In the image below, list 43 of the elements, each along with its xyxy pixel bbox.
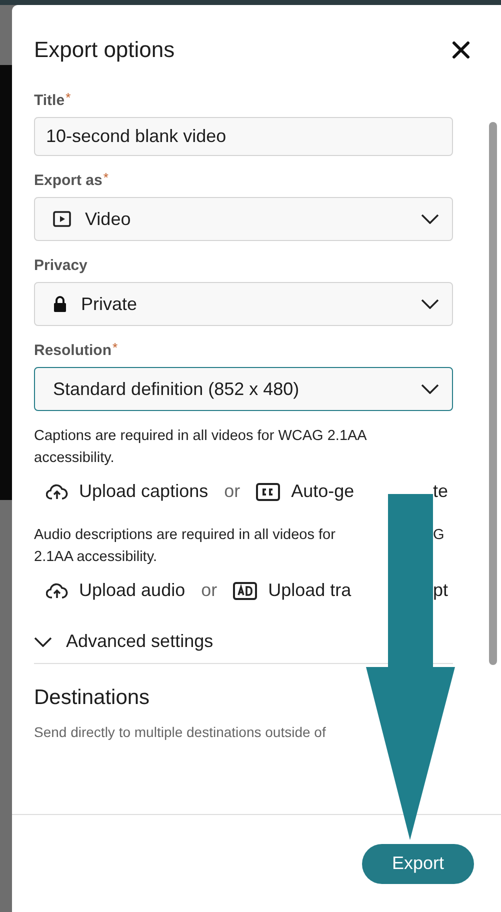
section-heading: Destinations <box>34 686 151 710</box>
export-button[interactable]: Export <box>362 844 474 884</box>
dropdown[interactable]: Standard definition (852 x 480) <box>34 367 453 411</box>
action-link[interactable]: Auto-ge <box>256 481 354 502</box>
cloud-upload-icon <box>46 582 68 598</box>
dropdown[interactable]: Video <box>34 197 453 241</box>
dropdown-value: Standard definition (852 x 480) <box>53 378 300 400</box>
close-button[interactable] <box>452 41 470 59</box>
or-text: or <box>224 481 240 502</box>
note-text: 2.1AA accessibility. <box>34 548 158 567</box>
required-mark: * <box>112 340 118 355</box>
action-link[interactable]: Upload tra <box>233 580 352 601</box>
audio-description-icon <box>233 582 258 600</box>
dropdown-value: Private <box>81 294 138 314</box>
cc-icon <box>256 482 280 500</box>
or-text: or <box>201 580 218 601</box>
lock-icon <box>53 295 67 313</box>
field-label: Title <box>34 92 65 108</box>
section-description: Send directly to multiple destinations outside of <box>34 724 327 740</box>
text-field[interactable]: 10-second blank video <box>34 117 453 156</box>
action-link[interactable]: Upload captions <box>46 481 208 502</box>
scrollbar[interactable] <box>489 122 497 665</box>
cloud-upload-icon <box>46 484 68 500</box>
dropdown-value: Video <box>85 208 132 230</box>
action-link[interactable]: Upload audio <box>46 580 186 601</box>
chevron-down-icon <box>421 214 439 224</box>
play-icon <box>53 211 71 227</box>
chevron-down-icon <box>34 636 52 646</box>
chevron-down-icon <box>421 299 439 309</box>
note-text-fragment: G <box>433 526 446 545</box>
dialog-title: Export options <box>34 37 175 63</box>
note-text: Captions are required in all videos for WCAG 2.1AA <box>34 427 368 446</box>
required-mark: * <box>66 90 71 105</box>
field-label: Resolution <box>34 342 112 358</box>
note-text: Audio descriptions are required in all videos for <box>34 526 336 545</box>
field-label: Privacy <box>34 256 88 274</box>
dropdown[interactable]: Private <box>34 282 453 326</box>
note-text: accessibility. <box>34 449 116 468</box>
chevron-down-icon <box>421 384 439 394</box>
link-text-fragment[interactable]: pt <box>433 580 453 601</box>
required-mark: * <box>103 170 108 185</box>
link-text-fragment[interactable]: te <box>433 481 453 502</box>
field-label: Export as <box>34 172 102 188</box>
